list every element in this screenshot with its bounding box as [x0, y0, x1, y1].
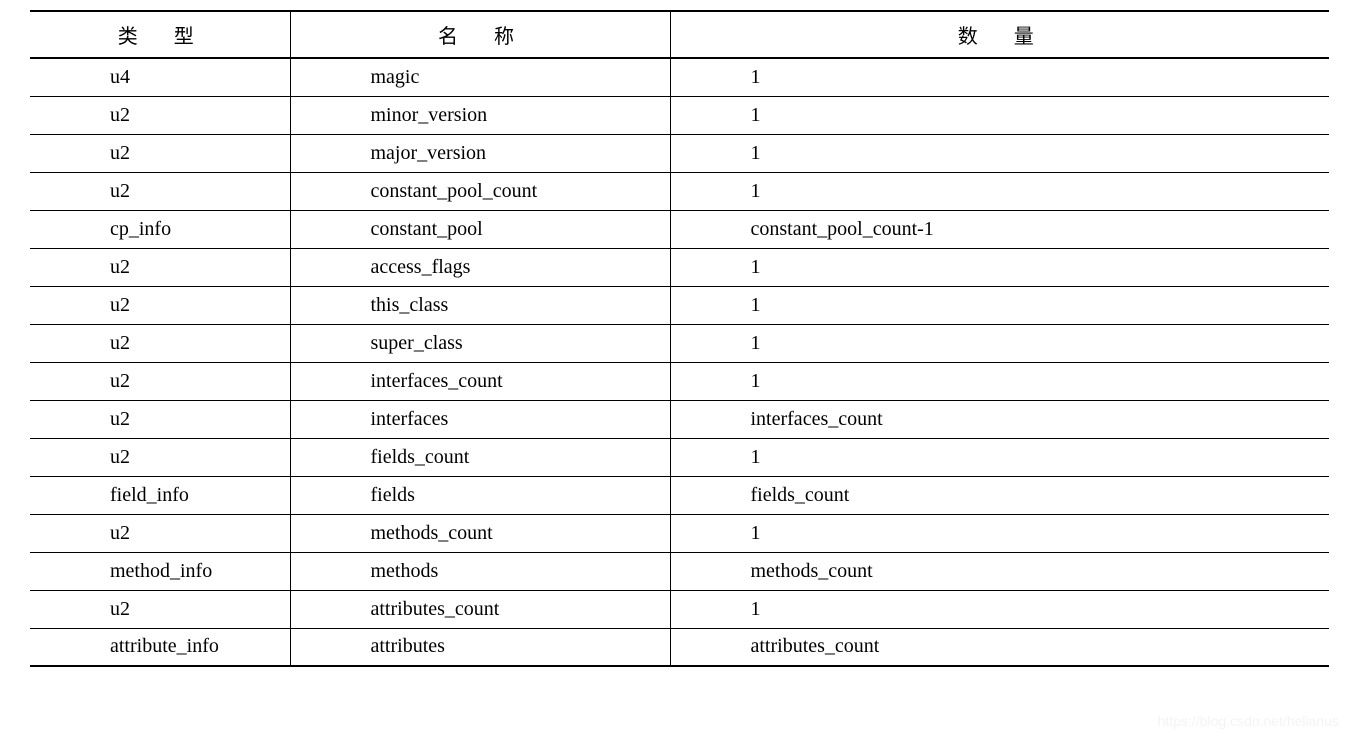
table-row: u2 fields_count 1 — [30, 438, 1329, 476]
cell-type: u2 — [30, 400, 290, 438]
cell-count: 1 — [670, 248, 1329, 286]
cell-name: super_class — [290, 324, 670, 362]
cell-name: fields — [290, 476, 670, 514]
cell-type: u2 — [30, 134, 290, 172]
cell-count: 1 — [670, 362, 1329, 400]
table-row: u2 constant_pool_count 1 — [30, 172, 1329, 210]
cell-type: method_info — [30, 552, 290, 590]
cell-type: u2 — [30, 96, 290, 134]
cell-type: u2 — [30, 362, 290, 400]
cell-type: u2 — [30, 324, 290, 362]
table-row: field_info fields fields_count — [30, 476, 1329, 514]
cell-count: 1 — [670, 286, 1329, 324]
cell-count: 1 — [670, 134, 1329, 172]
table-row: method_info methods methods_count — [30, 552, 1329, 590]
table-row: u2 this_class 1 — [30, 286, 1329, 324]
table-row: attribute_info attributes attributes_cou… — [30, 628, 1329, 666]
table-row: u2 interfaces interfaces_count — [30, 400, 1329, 438]
cell-count: 1 — [670, 438, 1329, 476]
cell-type: u2 — [30, 438, 290, 476]
header-count: 数 量 — [670, 11, 1329, 58]
cell-name: minor_version — [290, 96, 670, 134]
header-name: 名 称 — [290, 11, 670, 58]
class-file-structure-table: 类 型 名 称 数 量 u4 magic 1 u2 minor_version … — [30, 10, 1329, 667]
cell-type: u2 — [30, 172, 290, 210]
table-row: u2 access_flags 1 — [30, 248, 1329, 286]
table-row: u4 magic 1 — [30, 58, 1329, 96]
table-row: u2 interfaces_count 1 — [30, 362, 1329, 400]
cell-type: u2 — [30, 590, 290, 628]
cell-count: 1 — [670, 172, 1329, 210]
table-row: u2 methods_count 1 — [30, 514, 1329, 552]
cell-name: attributes_count — [290, 590, 670, 628]
cell-count: constant_pool_count-1 — [670, 210, 1329, 248]
cell-name: methods — [290, 552, 670, 590]
cell-count: 1 — [670, 590, 1329, 628]
cell-count: 1 — [670, 58, 1329, 96]
cell-type: attribute_info — [30, 628, 290, 666]
cell-type: field_info — [30, 476, 290, 514]
cell-count: 1 — [670, 324, 1329, 362]
cell-count: fields_count — [670, 476, 1329, 514]
table-header-row: 类 型 名 称 数 量 — [30, 11, 1329, 58]
cell-count: methods_count — [670, 552, 1329, 590]
cell-type: u2 — [30, 248, 290, 286]
cell-name: methods_count — [290, 514, 670, 552]
cell-type: cp_info — [30, 210, 290, 248]
table-row: u2 minor_version 1 — [30, 96, 1329, 134]
cell-type: u2 — [30, 286, 290, 324]
cell-name: access_flags — [290, 248, 670, 286]
table-row: cp_info constant_pool constant_pool_coun… — [30, 210, 1329, 248]
cell-name: magic — [290, 58, 670, 96]
cell-name: constant_pool — [290, 210, 670, 248]
watermark-text: https://blog.csdn.net/helianus — [1158, 713, 1339, 729]
table-row: u2 super_class 1 — [30, 324, 1329, 362]
cell-count: interfaces_count — [670, 400, 1329, 438]
cell-name: major_version — [290, 134, 670, 172]
cell-name: constant_pool_count — [290, 172, 670, 210]
cell-count: 1 — [670, 96, 1329, 134]
cell-name: fields_count — [290, 438, 670, 476]
cell-type: u2 — [30, 514, 290, 552]
table-row: u2 attributes_count 1 — [30, 590, 1329, 628]
table-body: u4 magic 1 u2 minor_version 1 u2 major_v… — [30, 58, 1329, 666]
header-type: 类 型 — [30, 11, 290, 58]
table-row: u2 major_version 1 — [30, 134, 1329, 172]
cell-name: interfaces — [290, 400, 670, 438]
cell-type: u4 — [30, 58, 290, 96]
cell-count: 1 — [670, 514, 1329, 552]
cell-name: this_class — [290, 286, 670, 324]
cell-count: attributes_count — [670, 628, 1329, 666]
cell-name: attributes — [290, 628, 670, 666]
cell-name: interfaces_count — [290, 362, 670, 400]
